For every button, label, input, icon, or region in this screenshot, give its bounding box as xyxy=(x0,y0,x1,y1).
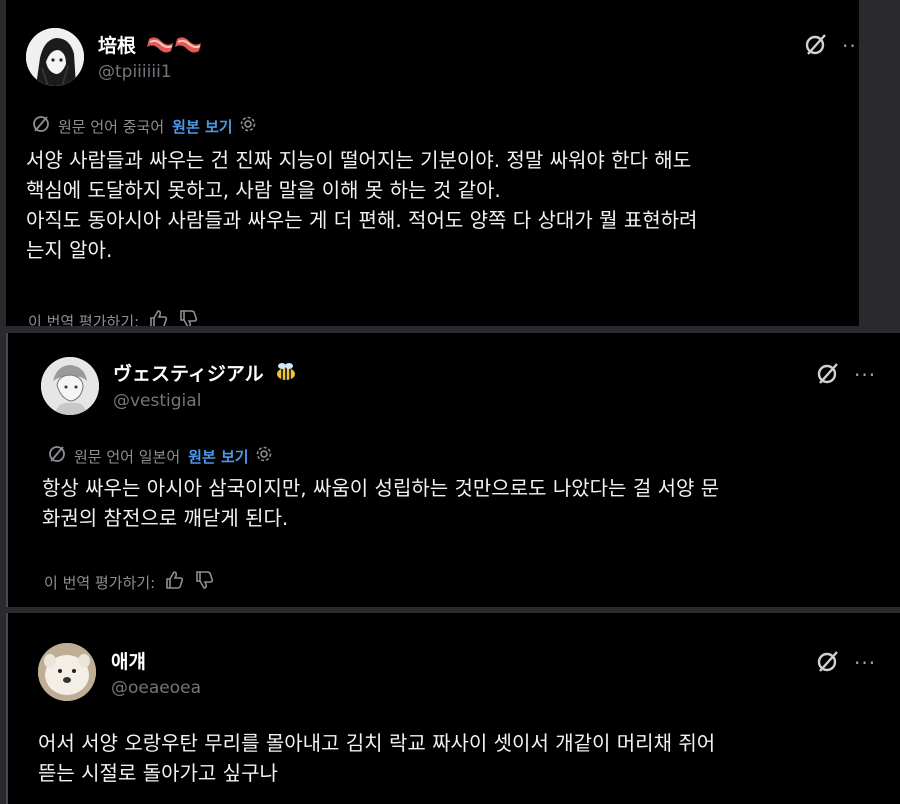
post-1: 培根 @tpiiiiii1 ··· 원문 언어 중국어 원본 보기 서양 사람들… xyxy=(6,0,859,326)
translation-note: 원문 언어 일본어 xyxy=(74,447,181,466)
grok-icon[interactable] xyxy=(804,32,828,60)
rate-label: 이 번역 평가하기: xyxy=(44,573,156,592)
translation-info: 원문 언어 일본어 원본 보기 xyxy=(48,445,273,467)
post-line: 뜯는 시절로 돌아가고 싶구나 xyxy=(38,761,278,785)
post-line: 서양 사람들과 싸우는 건 진짜 지능이 떨어지는 기분이야. 정말 싸워야 한… xyxy=(26,148,692,172)
post-3: 애걔 @oeaeoea ··· 어서 서양 오랑우탄 무리를 몰아내고 김치 락… xyxy=(6,613,900,804)
post-body: 어서 서양 오랑우탄 무리를 몰아내고 김치 락교 짜사이 셋이서 개같이 머리… xyxy=(38,728,715,788)
more-icon[interactable]: ··· xyxy=(854,653,876,673)
thumbs-up-icon[interactable] xyxy=(165,570,185,594)
grok-icon[interactable] xyxy=(816,649,840,677)
rate-label: 이 번역 평가하기: xyxy=(28,312,140,327)
post-body: 항상 싸우는 아시아 삼국이지만, 싸움이 성립하는 것만으로도 나았다는 걸 … xyxy=(42,473,719,533)
avatar[interactable] xyxy=(41,357,99,415)
post-line: 아직도 동아시아 사람들과 싸우는 게 더 편해. 적어도 양쪽 다 상대가 뭘… xyxy=(26,208,698,232)
post-line: 화권의 참전으로 깨닫게 된다. xyxy=(42,506,289,530)
more-icon[interactable]: ··· xyxy=(854,365,876,385)
author-handle[interactable]: @tpiiiiii1 xyxy=(98,62,172,82)
author-name[interactable]: 애걔 xyxy=(111,647,146,674)
author-name[interactable]: 培根 xyxy=(98,31,203,60)
rate-translation: 이 번역 평가하기: xyxy=(28,309,199,326)
avatar[interactable] xyxy=(26,28,84,86)
more-icon[interactable]: ··· xyxy=(842,36,859,56)
thumbs-up-icon[interactable] xyxy=(149,309,169,326)
post-line: 핵심에 도달하지 못하고, 사람 말을 이해 못 하는 것 같아. xyxy=(26,178,501,202)
author-handle[interactable]: @oeaeoea xyxy=(111,678,201,698)
thread-line xyxy=(6,613,8,804)
translation-info: 원문 언어 중국어 원본 보기 xyxy=(32,115,257,137)
gear-icon[interactable] xyxy=(255,445,273,467)
author-handle[interactable]: @vestigial xyxy=(113,391,201,411)
post-line: 항상 싸우는 아시아 삼국이지만, 싸움이 성립하는 것만으로도 나았다는 걸 … xyxy=(42,476,720,500)
thumbs-down-icon[interactable] xyxy=(195,570,215,594)
bee-icon xyxy=(274,362,298,387)
author-name[interactable]: ヴェスティジアル xyxy=(113,359,298,387)
view-original-link[interactable]: 원본 보기 xyxy=(172,116,232,137)
thumbs-down-icon[interactable] xyxy=(179,309,199,326)
rate-translation: 이 번역 평가하기: xyxy=(44,570,215,594)
post-line: 어서 서양 오랑우탄 무리를 몰아내고 김치 락교 짜사이 셋이서 개같이 머리… xyxy=(38,731,716,755)
post-body: 서양 사람들과 싸우는 건 진짜 지능이 떨어지는 기분이야. 정말 싸워야 한… xyxy=(26,145,697,265)
translation-note: 원문 언어 중국어 xyxy=(58,117,165,136)
gear-icon[interactable] xyxy=(239,115,257,137)
avatar[interactable] xyxy=(38,643,96,701)
bacon-icon xyxy=(146,33,203,60)
translate-icon xyxy=(48,445,66,467)
translate-icon xyxy=(32,115,50,137)
view-original-link[interactable]: 원본 보기 xyxy=(188,446,248,467)
post-2: ヴェスティジアル @vestigial ··· 원문 언어 일본어 원본 보기 … xyxy=(6,333,900,607)
post-line: 는지 알아. xyxy=(26,238,113,262)
grok-icon[interactable] xyxy=(816,361,840,389)
thread-line xyxy=(6,333,8,607)
